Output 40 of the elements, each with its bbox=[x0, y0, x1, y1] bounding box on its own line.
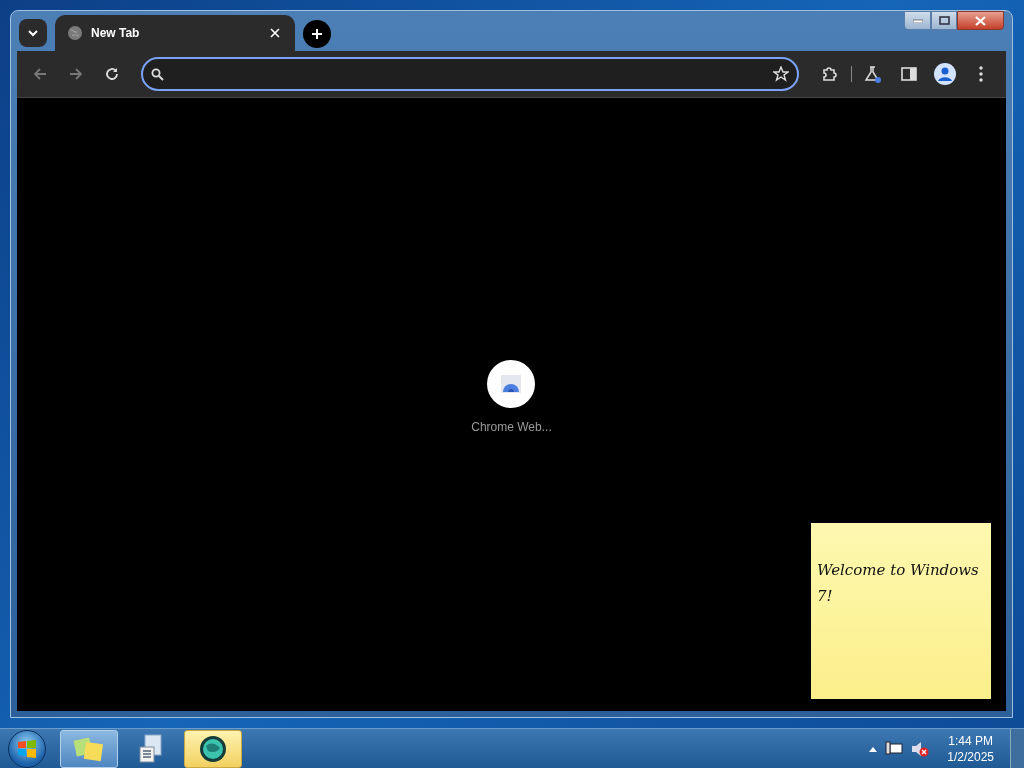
star-icon[interactable] bbox=[773, 66, 789, 82]
close-icon bbox=[270, 28, 280, 38]
flask-icon bbox=[864, 65, 882, 83]
maximize-button[interactable] bbox=[931, 11, 957, 30]
tab-title: New Tab bbox=[91, 25, 141, 42]
new-tab-button[interactable] bbox=[303, 20, 331, 48]
web-store-icon bbox=[500, 373, 523, 394]
shortcut-tile[interactable]: Chrome Web... bbox=[471, 359, 552, 436]
tab-search-button[interactable] bbox=[19, 19, 47, 47]
browser-tab[interactable]: New Tab bbox=[55, 15, 295, 51]
puzzle-icon bbox=[822, 66, 838, 82]
taskbar-app[interactable] bbox=[184, 729, 242, 768]
start-button[interactable] bbox=[8, 729, 46, 768]
forward-arrow-icon bbox=[69, 67, 83, 81]
minimize-icon bbox=[912, 18, 923, 23]
shortcut-label: Chrome Web... bbox=[471, 418, 552, 436]
clock-date: 1/2/2025 bbox=[947, 748, 994, 765]
avatar-icon bbox=[934, 63, 956, 85]
menu-icon bbox=[979, 66, 983, 82]
network-icon[interactable] bbox=[885, 740, 904, 757]
close-window-button[interactable] bbox=[957, 11, 1004, 30]
close-icon bbox=[975, 15, 986, 26]
sticky-note[interactable]: Welcome to Windows 7! bbox=[811, 523, 991, 699]
address-bar[interactable] bbox=[141, 57, 799, 91]
reload-icon bbox=[105, 67, 119, 81]
minimize-button[interactable] bbox=[904, 11, 931, 30]
clock[interactable]: 1:44 PM 1/2/2025 bbox=[947, 732, 994, 765]
chevron-down-icon bbox=[27, 29, 39, 37]
back-arrow-icon bbox=[33, 67, 47, 81]
search-icon bbox=[151, 67, 164, 81]
side-panel-icon bbox=[901, 67, 917, 81]
note-text: Welcome to Windows 7! bbox=[817, 560, 980, 607]
muted-speaker-icon[interactable] bbox=[911, 740, 930, 757]
globe-icon bbox=[67, 25, 83, 41]
windows-logo-icon bbox=[17, 738, 37, 759]
plus-icon bbox=[311, 28, 323, 40]
show-hidden-icons-icon[interactable] bbox=[869, 745, 878, 752]
clock-time: 1:44 PM bbox=[948, 732, 993, 749]
maximize-icon bbox=[938, 16, 950, 25]
document-icon bbox=[137, 733, 165, 764]
